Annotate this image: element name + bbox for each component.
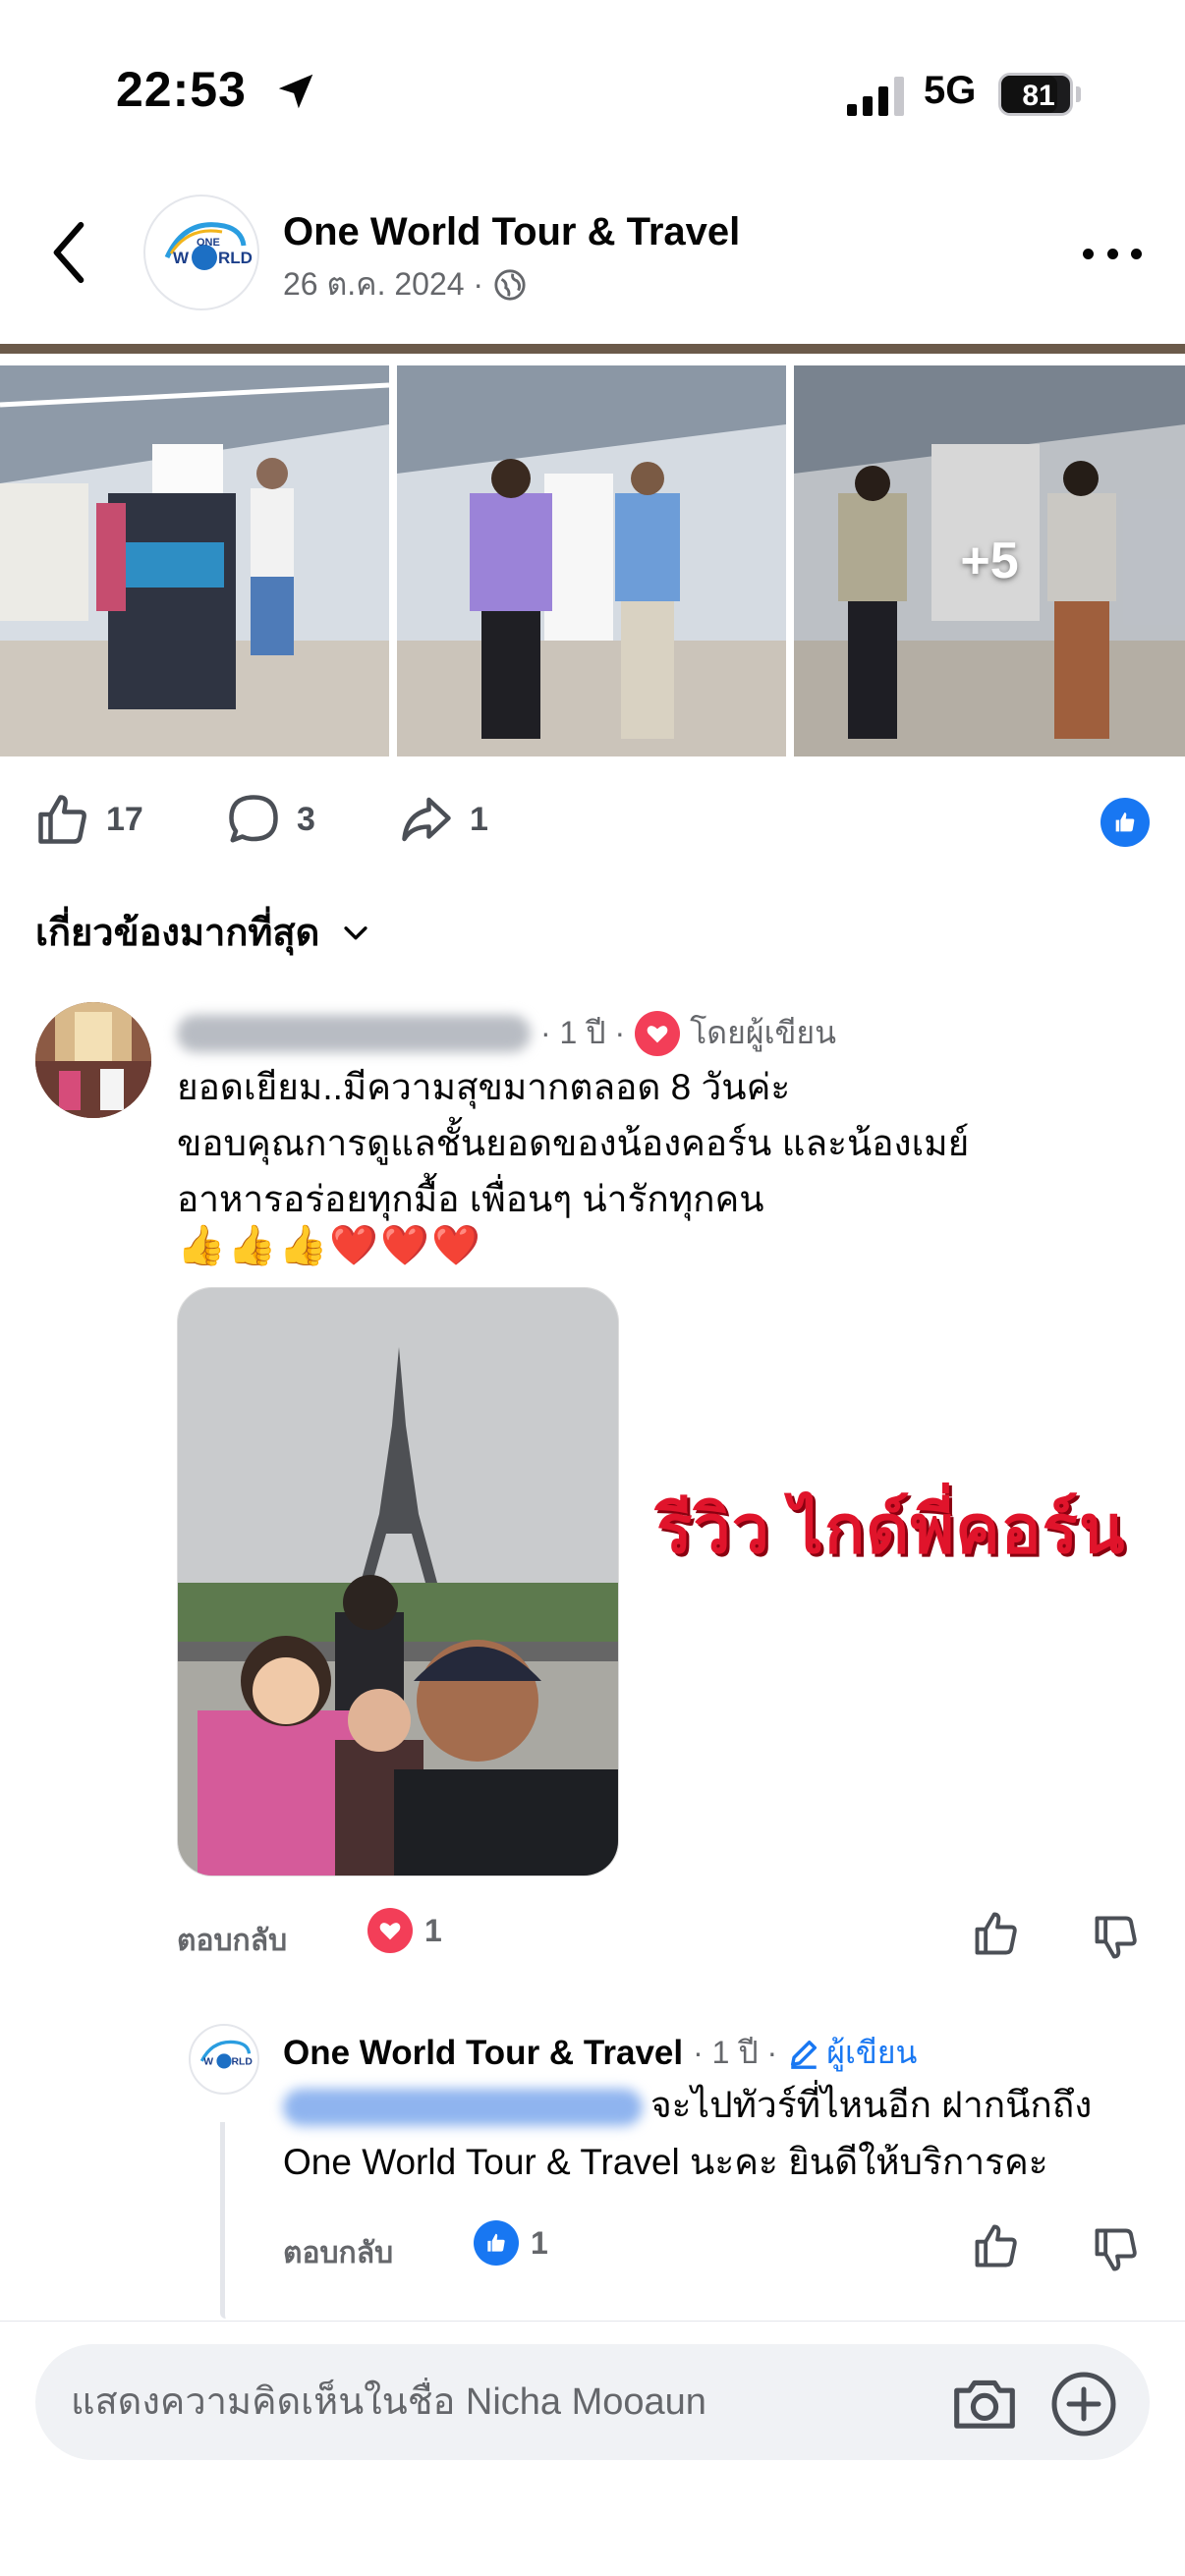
share-count: 1: [470, 800, 488, 838]
post-photos: +5: [0, 365, 1185, 756]
comment-line-2: ขอบคุณการดูแลชั้นยอดของน้องคอร์น และน้อง…: [177, 1123, 970, 1163]
add-attachment-icon[interactable]: [1049, 2370, 1118, 2438]
reaction-bar: 17 3 1: [0, 776, 1185, 865]
svg-text:W: W: [203, 2057, 213, 2068]
comment-line-3: อาหารอร่อยทุกมื้อ เพื่อนๆ น่ารักทุกคน: [177, 1179, 764, 1219]
pencil-icon: [791, 2040, 818, 2069]
comment-button[interactable]: 3: [224, 790, 315, 849]
reply-line-2: One World Tour & Travel นะคะ ยินดีให้บริ…: [283, 2142, 1048, 2182]
comment-photo[interactable]: [177, 1287, 619, 1876]
signal-icon: [847, 77, 904, 116]
more-photos-count[interactable]: +5: [794, 365, 1185, 756]
reply-text: จะไปทัวร์ที่ไหนอีก ฝากนึกถึง One World T…: [283, 2077, 1148, 2191]
reply-button[interactable]: ตอบกลับ: [177, 1918, 287, 1964]
page-name[interactable]: One World Tour & Travel: [283, 210, 740, 254]
thumbs-up-icon[interactable]: [971, 2220, 1022, 2271]
comment-input[interactable]: [71, 2378, 935, 2427]
globe-icon: [494, 268, 526, 301]
review-caption: รีวิว ไกด์พี่คอร์น: [656, 1492, 1126, 1567]
reply-thread-line: [220, 2122, 226, 2319]
mention-redacted[interactable]: [283, 2089, 643, 2127]
battery-percent: 81: [1022, 80, 1055, 112]
sort-label: เกี่ยวข้องมากที่สุด: [35, 913, 320, 954]
post-photo-2[interactable]: [397, 365, 786, 756]
comment-bubble-icon: [229, 795, 278, 843]
svg-text:RLD: RLD: [232, 2057, 254, 2068]
comment-time: · 1 ปี ·: [540, 1015, 626, 1050]
thumbs-up-icon[interactable]: [971, 1908, 1022, 1959]
comment-count: 3: [297, 800, 315, 838]
svg-text:W: W: [173, 249, 190, 267]
author-reacted-label: โดยผู้เขียน: [690, 1015, 836, 1050]
post-photo-3[interactable]: +5: [794, 365, 1185, 756]
thumbs-down-icon[interactable]: [1091, 1912, 1142, 1963]
post-date: 26 ต.ค. 2024 ·: [283, 266, 484, 302]
comment-text: ยอดเยียม..มีความสุขมากตลอด 8 วันค่ะ ขอบค…: [177, 1059, 1120, 1227]
heart-icon: [367, 1908, 413, 1953]
heart-icon: [635, 1010, 681, 1056]
status-time: 22:53: [116, 62, 247, 117]
reply-time: · 1 ปี ·: [693, 2035, 778, 2070]
reply-line-1: จะไปทัวร์ที่ไหนอีก ฝากนึกถึง: [650, 2085, 1093, 2125]
like-button[interactable]: 17: [33, 790, 143, 849]
status-bar: 22:53 5G 81: [0, 0, 1185, 187]
like-icon: [474, 2220, 519, 2266]
like-count: 17: [106, 800, 143, 838]
author-tag-label: ผู้เขียน: [826, 2035, 918, 2070]
location-arrow-icon: [278, 74, 313, 109]
author-tag: ผู้เขียน: [787, 2028, 917, 2078]
battery-icon: 81: [998, 73, 1081, 116]
commenter-avatar[interactable]: [35, 1002, 151, 1118]
commenter-name-redacted[interactable]: [177, 1014, 531, 1052]
post-photo-1[interactable]: [0, 365, 389, 756]
thumbs-up-icon: [38, 795, 86, 844]
comment-reaction-count[interactable]: 1: [367, 1908, 442, 1953]
thumbs-down-icon[interactable]: [1091, 2224, 1142, 2275]
comment-header: · 1 ปี · โดยผู้เขียน: [177, 1008, 836, 1058]
reply-footer: ตอบกลับ 1: [283, 2220, 1167, 2279]
reply-reaction-count[interactable]: 1: [474, 2220, 548, 2266]
reply-author[interactable]: One World Tour & Travel: [283, 2034, 683, 2073]
more-options-icon[interactable]: [1083, 242, 1142, 265]
photo-strip-edge: [0, 344, 1185, 354]
post-header: W RLD ONE One World Tour & Travel 26 ต.ค…: [0, 187, 1185, 344]
comment-reaction-number: 1: [424, 1912, 442, 1948]
svg-text:ONE: ONE: [197, 237, 220, 249]
reply-reaction-number: 1: [531, 2224, 548, 2261]
share-arrow-icon: [402, 797, 451, 842]
comment-line-1: ยอดเยียม..มีความสุขมากตลอด 8 วันค่ะ: [177, 1067, 791, 1107]
page-logo[interactable]: W RLD ONE: [143, 195, 259, 310]
reply-header: One World Tour & Travel · 1 ปี · ผู้เขีย…: [283, 2028, 917, 2078]
svg-text:RLD: RLD: [218, 249, 253, 267]
thumbs-up-icon: [1115, 812, 1135, 832]
reply-avatar[interactable]: W RLD: [189, 2024, 259, 2095]
network-label: 5G: [924, 69, 977, 112]
reply-button[interactable]: ตอบกลับ: [283, 2230, 393, 2276]
back-arrow-icon[interactable]: [39, 218, 98, 287]
comment-composer: [35, 2344, 1150, 2460]
share-button[interactable]: 1: [397, 790, 488, 849]
post-meta: 26 ต.ค. 2024 ·: [283, 259, 527, 309]
comment-emoji: 👍👍👍❤️❤️❤️: [177, 1224, 482, 1267]
comment-footer: ตอบกลับ 1: [177, 1908, 1159, 1967]
like-reaction-badge[interactable]: [1100, 798, 1150, 847]
chevron-down-icon: [344, 925, 367, 939]
camera-icon[interactable]: [949, 2372, 1020, 2435]
comment-sort-dropdown[interactable]: เกี่ยวข้องมากที่สุด: [35, 902, 372, 962]
